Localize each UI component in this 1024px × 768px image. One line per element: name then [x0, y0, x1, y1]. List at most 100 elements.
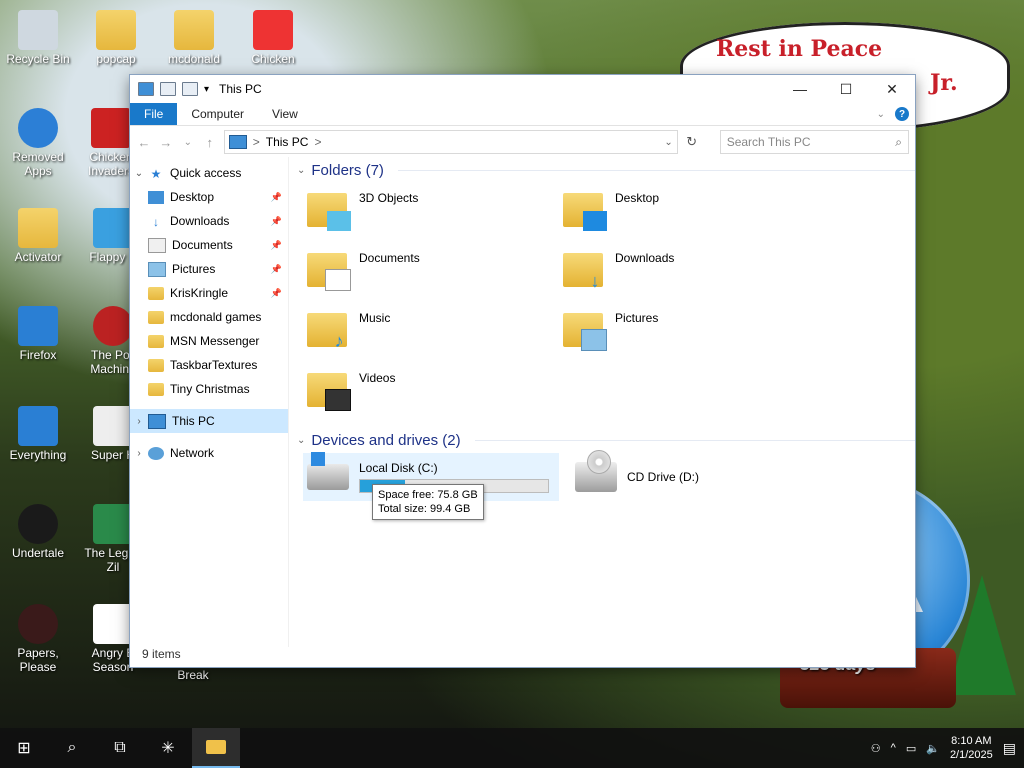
folder-tile-pictures[interactable]: Pictures [563, 303, 819, 363]
task-view-icon: ⧉ [114, 739, 126, 756]
maximize-button[interactable]: ☐ [823, 75, 869, 103]
nav-item-taskbartextures[interactable]: TaskbarTextures [130, 353, 288, 377]
tab-file[interactable]: File [130, 103, 178, 125]
help-icon[interactable]: ? [895, 107, 909, 121]
title-bar: ▾ This PC — ☐ ✕ [130, 75, 915, 103]
show-hidden-icons-chevron-icon[interactable]: ^ [891, 742, 896, 754]
folder-tile-desktop[interactable]: Desktop [563, 183, 819, 243]
pin-icon: 📌 [270, 239, 282, 250]
group-header-folders[interactable]: ⌄ Folders (7) [297, 157, 915, 183]
desktop-icon-label: Break [177, 668, 209, 682]
tile-label: Desktop [615, 191, 660, 205]
people-icon[interactable]: ⚇ [871, 742, 881, 755]
chicken-shortcut[interactable]: Chicken [240, 10, 306, 66]
nav-item-documents[interactable]: Documents 📌 [130, 233, 288, 257]
breadcrumb-separator[interactable]: > [314, 135, 321, 149]
papers-please-shortcut[interactable]: Papers, Please [5, 604, 71, 674]
mcdonald-shortcut[interactable]: mcdonald [161, 10, 227, 66]
task-view-button[interactable]: ⧉ [96, 728, 144, 768]
network-status-icon[interactable]: ▭ [906, 742, 916, 755]
nav-this-pc[interactable]: › This PC [130, 409, 288, 433]
undertale-shortcut[interactable]: Undertale [5, 504, 71, 560]
popcap-shortcut[interactable]: popcap [83, 10, 149, 66]
chevron-down-icon[interactable]: ⌄ [130, 168, 148, 179]
nav-network[interactable]: › Network [130, 441, 288, 465]
refresh-icon[interactable]: ↻ [684, 134, 700, 150]
breadcrumb-this-pc[interactable]: This PC [266, 135, 309, 149]
chevron-right-icon[interactable]: › [130, 416, 148, 427]
recycle-bin-shortcut[interactable]: Recycle Bin [5, 10, 71, 66]
tile-label: Music [359, 311, 391, 325]
folder-tile-music[interactable]: ♪ Music [307, 303, 563, 363]
recent-locations-chevron-icon[interactable]: ⌄ [180, 137, 196, 148]
recycle-bin-icon [18, 10, 58, 50]
folder-icon [148, 358, 164, 372]
taskbar: ⊞ ⌕ ⧉ ✳ ⚇ ^ ▭ 🔈 8:10 AM 2/1/2025 ▤ [0, 728, 1024, 768]
break-shortcut[interactable]: Break [160, 668, 226, 682]
activator-shortcut[interactable]: Activator [5, 208, 71, 264]
breadcrumb-separator[interactable]: > [253, 135, 260, 149]
desktop-icon-label: Undertale [11, 546, 65, 560]
action-center-icon[interactable]: ▤ [1003, 740, 1016, 757]
customize-toolbar-chevron-icon[interactable]: ▾ [204, 84, 209, 95]
volume-icon[interactable]: 🔈 [926, 742, 940, 755]
tile-label: Downloads [615, 251, 675, 265]
tile-label: Documents [359, 251, 420, 265]
game-icon [93, 406, 133, 446]
address-bar[interactable]: > This PC > ⌄ [223, 130, 678, 154]
nav-item-downloads[interactable]: ↓ Downloads 📌 [130, 209, 288, 233]
close-button[interactable]: ✕ [869, 75, 915, 103]
folder-icon [18, 208, 58, 248]
nav-item-mcdonald-games[interactable]: mcdonald games [130, 305, 288, 329]
clock-date: 2/1/2025 [949, 749, 993, 761]
address-dropdown-chevron-icon[interactable]: ⌄ [664, 137, 672, 148]
chevron-right-icon[interactable]: › [130, 448, 148, 459]
chevron-down-icon[interactable]: ⌄ [297, 165, 305, 176]
search-input[interactable]: Search This PC ⌕ [719, 130, 909, 154]
desktop-icon-label: Firefox [19, 348, 57, 362]
nav-quick-access[interactable]: ⌄ ★ Quick access [130, 161, 288, 185]
search-placeholder: Search This PC [726, 135, 811, 149]
desktop-icon [148, 190, 164, 204]
folder-tile-3d-objects[interactable]: 3D Objects [307, 183, 563, 243]
search-button[interactable]: ⌕ [48, 728, 96, 768]
folder-tile-documents[interactable]: Documents [307, 243, 563, 303]
nav-item-kriskringle[interactable]: KrisKringle 📌 [130, 281, 288, 305]
nav-item-pictures[interactable]: Pictures 📌 [130, 257, 288, 281]
nav-label: mcdonald games [170, 310, 262, 324]
expand-ribbon-chevron-icon[interactable]: ⌄ [877, 109, 885, 120]
game-icon [93, 208, 133, 248]
file-explorer-taskbar-button[interactable] [192, 728, 240, 768]
3d-objects-folder-icon [307, 193, 351, 231]
folder-tile-videos[interactable]: Videos [307, 363, 563, 423]
nav-item-msn-messenger[interactable]: MSN Messenger [130, 329, 288, 353]
start-button[interactable]: ⊞ [0, 728, 48, 768]
minimize-button[interactable]: — [777, 75, 823, 103]
chevron-down-icon[interactable]: ⌄ [297, 435, 305, 446]
folders-grid: 3D Objects Desktop Documents ↓ Downloads … [297, 183, 915, 423]
back-arrow-icon[interactable]: ← [136, 135, 152, 150]
clock[interactable]: 8:10 AM 2/1/2025 [950, 734, 993, 762]
tab-view[interactable]: View [258, 103, 312, 125]
new-folder-icon[interactable] [182, 82, 198, 96]
group-header-drives[interactable]: ⌄ Devices and drives (2) [297, 427, 915, 453]
drive-tile-d[interactable]: CD Drive (D:) [571, 450, 827, 501]
folder-tile-downloads[interactable]: ↓ Downloads [563, 243, 819, 303]
pinned-app-button[interactable]: ✳ [144, 728, 192, 768]
up-arrow-icon[interactable]: ↑ [202, 135, 218, 150]
pictures-icon [148, 261, 166, 277]
properties-icon[interactable] [160, 82, 176, 96]
everything-shortcut[interactable]: Everything [5, 406, 71, 462]
windows-logo-icon [311, 452, 325, 466]
firefox-shortcut[interactable]: Firefox [5, 306, 71, 362]
nav-item-desktop[interactable]: Desktop 📌 [130, 185, 288, 209]
nav-item-tiny-christmas[interactable]: Tiny Christmas [130, 377, 288, 401]
forward-arrow-icon[interactable]: → [158, 135, 174, 150]
nav-label: KrisKringle [170, 286, 229, 300]
folder-icon [148, 334, 164, 348]
this-pc-icon [148, 413, 166, 429]
removed-apps-shortcut[interactable]: Removed Apps [5, 108, 71, 178]
tab-computer[interactable]: Computer [177, 103, 258, 125]
local-disk-icon [307, 452, 349, 490]
pin-icon: 📌 [270, 215, 282, 226]
